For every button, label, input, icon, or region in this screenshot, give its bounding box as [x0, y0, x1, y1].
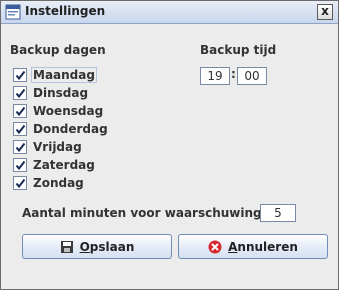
settings-dialog: Instellingen x Backup dagen Backup tijd …: [0, 0, 339, 290]
cancel-button[interactable]: Annuleren: [178, 234, 328, 259]
warning-minutes-label: Aantal minuten voor waarschuwing: [22, 206, 262, 220]
day-checkbox-row[interactable]: Vrijdag: [13, 139, 84, 155]
day-checkbox[interactable]: [13, 158, 27, 172]
floppy-disk-icon: [60, 240, 73, 253]
save-button[interactable]: Opslaan: [22, 234, 172, 259]
cancel-icon: [208, 240, 222, 253]
check-icon: [15, 88, 25, 98]
backup-days-label: Backup dagen: [10, 43, 106, 57]
day-checkbox[interactable]: [13, 104, 27, 118]
day-checkbox-row[interactable]: Woensdag: [13, 103, 105, 119]
day-checkbox[interactable]: [13, 86, 27, 100]
day-checkbox[interactable]: [13, 68, 27, 82]
warning-minutes-field[interactable]: 5: [260, 204, 296, 222]
day-checkbox-label[interactable]: Donderdag: [31, 122, 110, 136]
day-checkbox-row[interactable]: Zaterdag: [13, 157, 97, 173]
check-icon: [15, 178, 25, 188]
minute-field[interactable]: 00: [237, 67, 267, 85]
check-icon: [15, 160, 25, 170]
day-checkbox-label[interactable]: Woensdag: [31, 104, 105, 118]
day-checkbox-label[interactable]: Maandag: [31, 67, 97, 83]
cancel-label: Annuleren: [228, 239, 298, 254]
day-checkbox[interactable]: [13, 122, 27, 136]
close-button[interactable]: x: [317, 4, 333, 20]
day-checkbox-row[interactable]: Zondag: [13, 175, 86, 191]
day-checkbox-label[interactable]: Dinsdag: [31, 86, 90, 100]
check-icon: [15, 70, 25, 80]
day-checkbox-row[interactable]: Dinsdag: [13, 85, 90, 101]
title-bar[interactable]: Instellingen x: [1, 1, 338, 24]
day-checkbox[interactable]: [13, 176, 27, 190]
day-checkbox[interactable]: [13, 140, 27, 154]
day-checkbox-label[interactable]: Zaterdag: [31, 158, 97, 172]
check-icon: [15, 142, 25, 152]
check-icon: [15, 106, 25, 116]
hour-field[interactable]: 19: [200, 67, 230, 85]
save-label: Opslaan: [79, 239, 135, 254]
day-checkbox-row[interactable]: Donderdag: [13, 121, 110, 137]
day-checkbox-label[interactable]: Zondag: [31, 176, 86, 190]
time-separator: :: [231, 67, 236, 81]
window-title: Instellingen: [25, 4, 106, 18]
day-checkbox-row[interactable]: Maandag: [13, 67, 97, 83]
day-checkbox-label[interactable]: Vrijdag: [31, 140, 84, 154]
close-icon: x: [321, 4, 329, 18]
check-icon: [15, 124, 25, 134]
window-icon: [5, 4, 21, 20]
backup-time-label: Backup tijd: [200, 43, 277, 57]
